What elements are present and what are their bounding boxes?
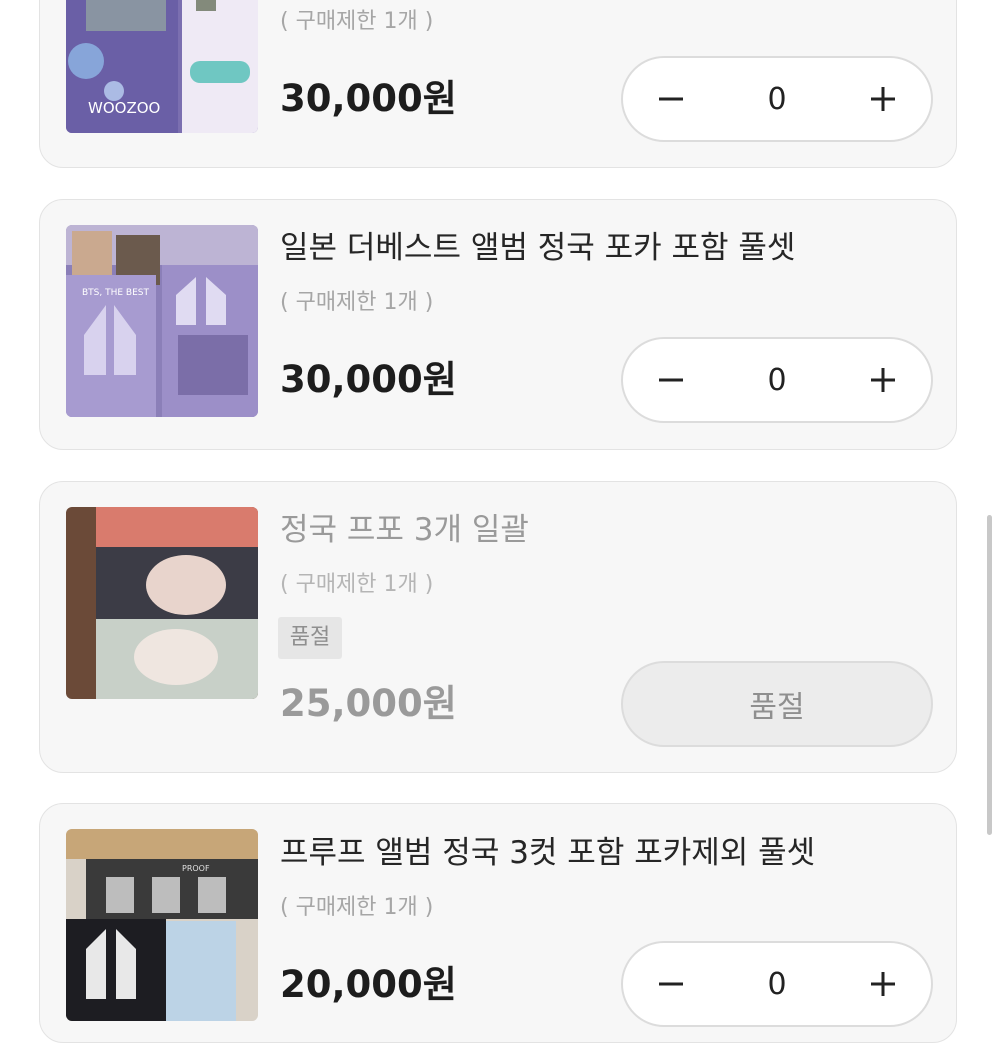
increase-button[interactable] [863,79,903,119]
purchase-limit: ( 구매제한 1개 ) [280,895,434,920]
minus-icon [659,378,683,382]
quantity-value: 0 [767,81,787,117]
decrease-button[interactable] [651,79,691,119]
scrollbar[interactable] [987,515,992,835]
image-text: BTS, THE BEST [82,288,149,298]
plus-icon [871,368,895,392]
product-title[interactable]: 정국 프포 3개 일괄 [280,510,529,550]
image-text: PROOF [182,864,210,873]
increase-button[interactable] [863,964,903,1004]
decrease-button[interactable] [651,360,691,400]
price: 30,000원 [280,77,457,120]
price: 25,000원 [280,682,457,725]
minus-icon [659,982,683,986]
quantity-stepper: 0 [621,56,933,142]
product-title[interactable]: 일본 더베스트 앨범 정국 포카 포함 풀셋 [280,228,795,268]
product-image[interactable]: PROOF [66,829,258,1021]
increase-button[interactable] [863,360,903,400]
price: 30,000원 [280,358,457,401]
product-image[interactable] [66,507,258,699]
purchase-limit: ( 구매제한 1개 ) [280,572,434,597]
product-card: PROOF 프루프 앨범 정국 3컷 포함 포카제외 풀셋 ( 구매제한 1개 … [39,803,957,1043]
plus-icon [871,972,895,996]
purchase-limit: ( 구매제한 1개 ) [280,290,434,315]
product-image[interactable]: WOOZOO [66,0,258,133]
quantity-value: 0 [767,362,787,398]
sold-out-badge: 품절 [278,617,342,659]
product-image[interactable]: BTS, THE BEST [66,225,258,417]
minus-icon [659,97,683,101]
quantity-stepper: 0 [621,337,933,423]
quantity-stepper: 0 [621,941,933,1027]
product-title[interactable]: 프루프 앨범 정국 3컷 포함 포카제외 풀셋 [280,833,815,873]
price: 20,000원 [280,963,457,1006]
purchase-limit: ( 구매제한 1개 ) [280,9,434,34]
sold-out-button: 품절 [621,661,933,747]
product-card: BTS, THE BEST 일본 더베스트 앨범 정국 포카 포함 풀셋 ( 구… [39,199,957,450]
product-card: WOOZOO ( 구매제한 1개 ) 30,000원 0 [39,0,957,168]
plus-icon [871,87,895,111]
product-card-soldout: 정국 프포 3개 일괄 ( 구매제한 1개 ) 25,000원 품절 [39,481,957,773]
decrease-button[interactable] [651,964,691,1004]
image-text: WOOZOO [88,99,160,117]
quantity-value: 0 [767,966,787,1002]
